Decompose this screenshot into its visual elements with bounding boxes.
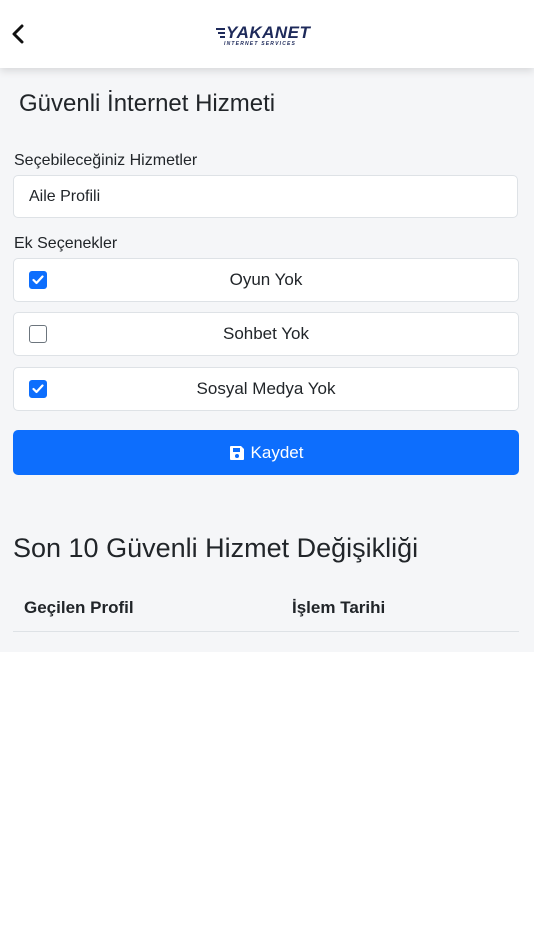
speed-lines-icon <box>216 28 225 38</box>
save-button-label: Kaydet <box>250 442 304 462</box>
table-divider <box>13 631 519 632</box>
option-label: Sosyal Medya Yok <box>196 379 336 398</box>
column-header-date: İşlem Tarihi <box>292 598 386 617</box>
services-select[interactable]: Aile Profili <box>13 175 518 218</box>
top-bar: YAKANET INTERNET SERVICES <box>0 0 534 68</box>
brand-logo: YAKANET INTERNET SERVICES <box>216 24 332 50</box>
services-selected-value: Aile Profili <box>29 187 101 205</box>
history-title: Son 10 Güvenli Hizmet Değişikliği <box>13 533 419 563</box>
column-header-profile: Geçilen Profil <box>24 598 134 617</box>
option-row-oyun-yok[interactable]: Oyun Yok <box>13 258 519 302</box>
option-row-sosyal-medya-yok[interactable]: Sosyal Medya Yok <box>13 367 519 411</box>
services-label: Seçebileceğiniz Hizmetler <box>14 152 198 169</box>
page-title: Güvenli İnternet Hizmeti <box>19 90 276 117</box>
app-root: YAKANET INTERNET SERVICES Güvenli İntern… <box>0 0 534 950</box>
floppy-disk-icon <box>229 445 245 461</box>
logo-subtext: INTERNET SERVICES <box>224 41 297 47</box>
option-row-sohbet-yok[interactable]: Sohbet Yok <box>13 312 519 356</box>
chevron-left-icon <box>12 24 24 44</box>
logo-text: YAKANET <box>226 23 311 42</box>
save-button[interactable]: Kaydet <box>13 430 519 475</box>
option-label: Oyun Yok <box>229 270 303 289</box>
back-button[interactable] <box>6 20 30 48</box>
option-label: Sohbet Yok <box>222 324 310 343</box>
extras-label: Ek Seçenekler <box>14 235 118 252</box>
